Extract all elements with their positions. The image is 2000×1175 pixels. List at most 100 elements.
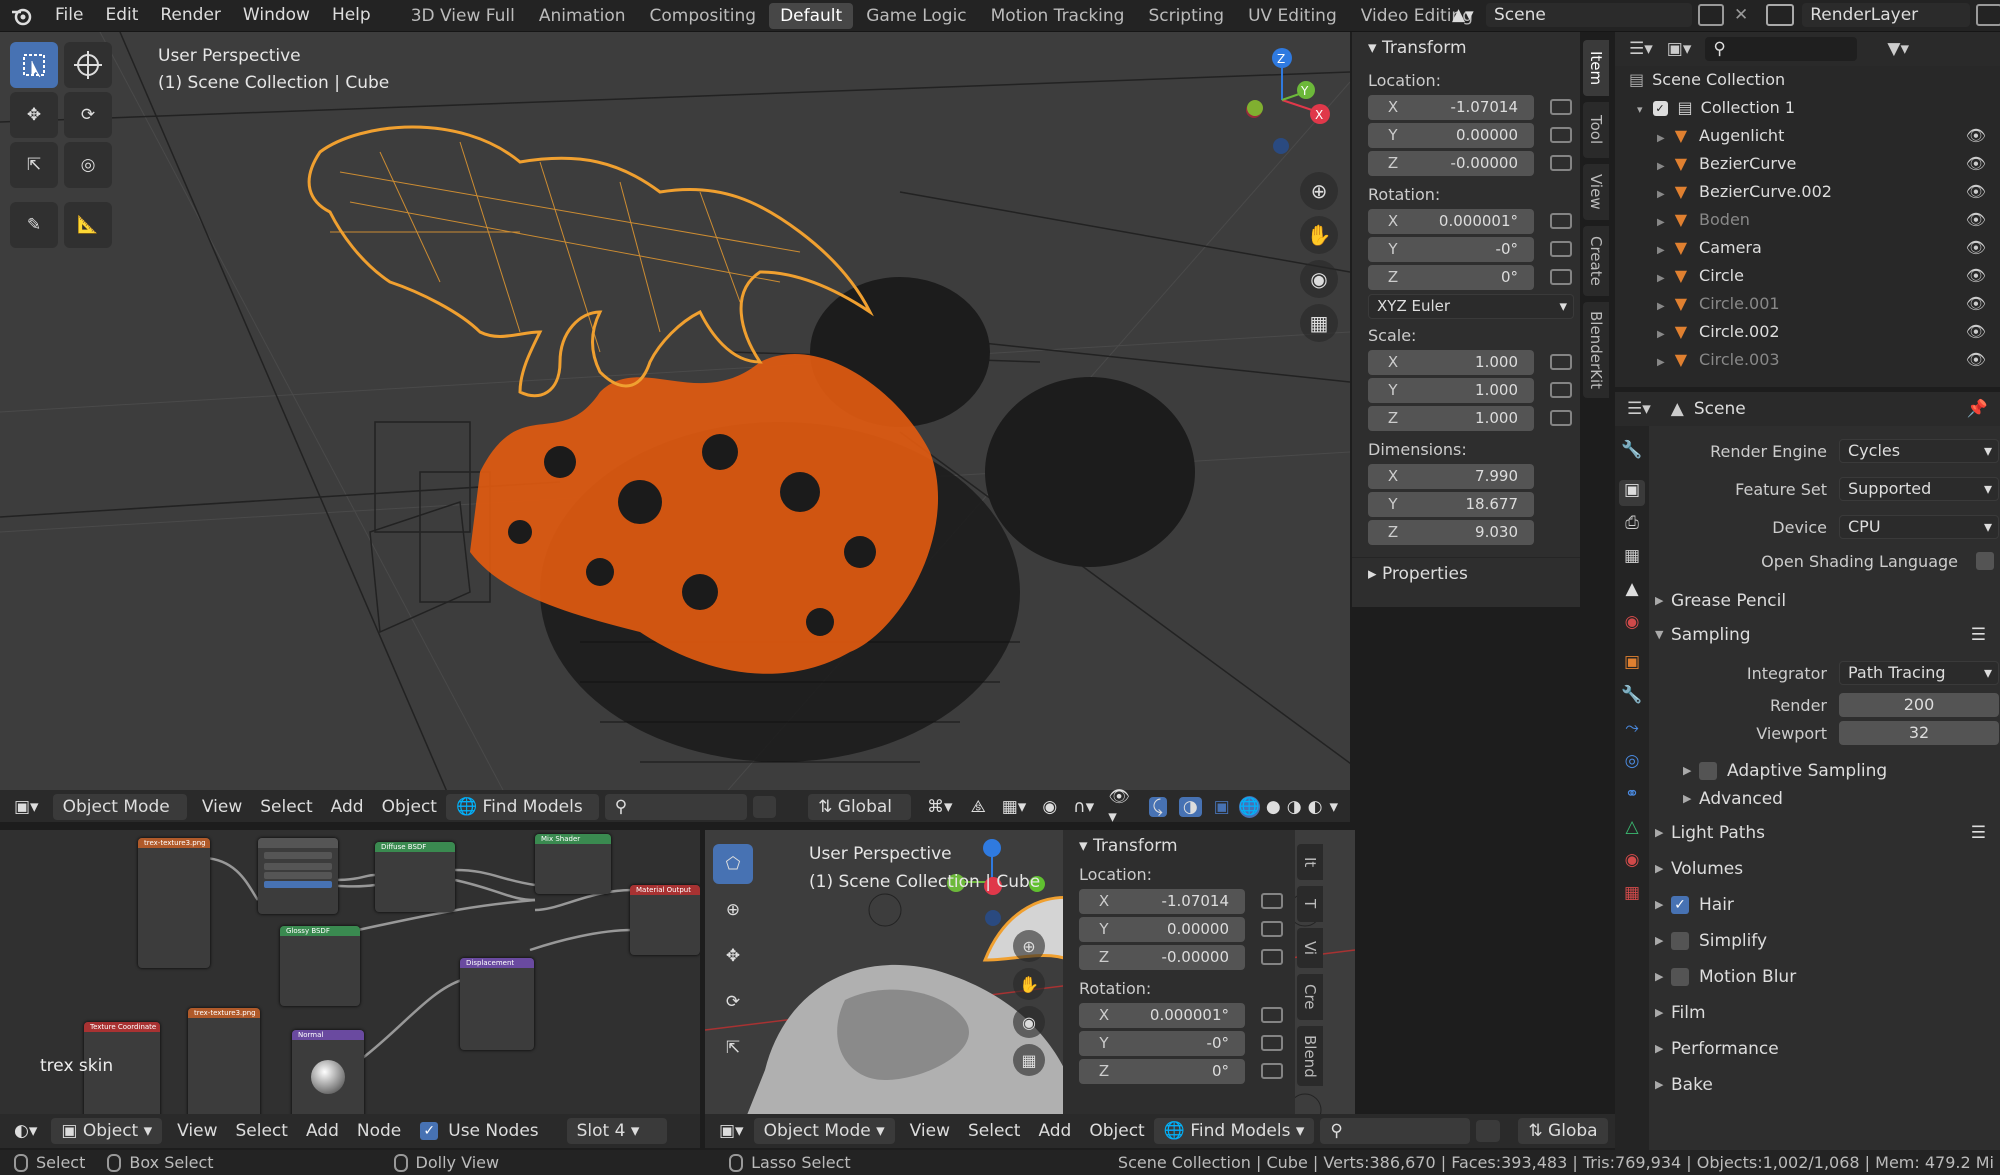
outliner-item[interactable]: ▶ ▼ Boden 👁 (1615, 206, 2000, 234)
transform-orientation-dropdown[interactable]: ⇅ Global ▾ (808, 794, 912, 820)
pin-icon[interactable]: 📌 (1967, 399, 1988, 419)
menu-window[interactable]: Window (232, 0, 321, 32)
menu-view-2[interactable]: View (901, 1118, 959, 1144)
tool-tab-icon[interactable]: 🔧 (1619, 440, 1645, 466)
tab-scripting[interactable]: Scripting (1137, 3, 1235, 29)
particles-tab-icon[interactable]: ⤳ (1619, 718, 1645, 744)
outliner-item[interactable]: ▶ ▼ Camera 👁 (1615, 234, 2000, 262)
scene-icon[interactable]: ▲▾ (1452, 5, 1486, 25)
shader-node-editor[interactable]: trex-texture3.png Diffuse BSDF Mix Shade… (0, 830, 700, 1120)
shading-options-icon[interactable]: ▾ (1329, 797, 1338, 817)
shading-wireframe-icon[interactable]: 🌐 (1238, 796, 1260, 818)
render-engine-dropdown[interactable]: Cycles ▾ (1839, 439, 1999, 463)
menu-select-2[interactable]: Select (959, 1118, 1029, 1144)
transform-panel-header[interactable]: ▾ Transform (1352, 32, 1580, 64)
rotate-tool-icon[interactable]: ⟳ (713, 982, 753, 1022)
overlays-icon[interactable]: ◑ (1178, 797, 1202, 817)
lock-icon[interactable] (1261, 949, 1283, 965)
tab-view[interactable]: View (1583, 164, 1609, 220)
lock-icon[interactable] (1261, 921, 1283, 937)
scale-z-field[interactable]: Z 1.000 (1368, 405, 1534, 431)
location-z-field[interactable]: Z -0.00000 (1368, 150, 1534, 176)
menu-view[interactable]: View (193, 794, 251, 820)
dimensions-y-field[interactable]: Y 18.677 (1368, 491, 1534, 517)
transform-panel-header-2[interactable]: ▾ Transform (1063, 830, 1295, 862)
camera-view-icon[interactable]: ◉ (1013, 1006, 1045, 1038)
lock-icon[interactable] (1550, 382, 1572, 398)
shading-rendered-icon[interactable]: ◐ (1308, 797, 1323, 817)
search-input-2[interactable]: ⚲ (1320, 1118, 1471, 1144)
zoom-icon[interactable]: ⊕ (1300, 172, 1338, 210)
visibility-eye-icon[interactable]: 👁 (1966, 178, 1986, 206)
shading-solid-icon[interactable]: ● (1266, 797, 1281, 817)
filter-icon[interactable]: ▼▾ (1887, 39, 1909, 59)
new-scene-icon[interactable] (1698, 4, 1724, 26)
location-x-field-2[interactable]: X -1.07014 (1079, 888, 1245, 914)
blender-logo-icon[interactable] (0, 0, 44, 32)
tab-uv-editing[interactable]: UV Editing (1237, 3, 1348, 29)
outliner-item[interactable]: ▶ ▼ BezierCurve.002 👁 (1615, 178, 2000, 206)
transform-orientation-dropdown-2[interactable]: ⇅ Globa (1518, 1118, 1608, 1144)
falloff-icon[interactable]: ∩▾ (1073, 797, 1094, 817)
rotation-y-field-2[interactable]: Y -0° (1079, 1030, 1245, 1056)
orientation-gizmo[interactable] (1246, 48, 1330, 154)
dimensions-x-field[interactable]: X 7.990 (1368, 463, 1534, 489)
node-glossy-bsdf[interactable]: Glossy BSDF (280, 926, 360, 1006)
editor-type-icon[interactable]: ▣▾ (719, 1121, 744, 1141)
output-tab-icon[interactable]: ⎙ (1619, 513, 1645, 539)
motion-blur-checkbox[interactable] (1671, 968, 1689, 986)
section-motion-blur[interactable]: ▶ Motion Blur (1649, 960, 2000, 994)
world-tab-icon[interactable]: ◉ (1619, 612, 1645, 638)
render-tab-icon[interactable]: ▣ (1619, 480, 1645, 506)
tab-tool-2[interactable]: T (1297, 886, 1323, 922)
presets-list-icon[interactable]: ☰ (1971, 618, 1986, 652)
lock-icon[interactable] (1550, 99, 1572, 115)
visibility-eye-icon[interactable]: 👁 (1966, 206, 1986, 234)
render-samples-field[interactable]: 200 (1839, 693, 1999, 717)
lock-icon[interactable] (1550, 213, 1572, 229)
proportional-edit-icon[interactable]: ◉ (1042, 797, 1057, 817)
node-diffuse-bsdf[interactable]: Diffuse BSDF (375, 842, 455, 912)
tab-animation[interactable]: Animation (528, 3, 637, 29)
hair-checkbox[interactable]: ✓ (1671, 896, 1689, 914)
node-hue-saturation[interactable] (258, 838, 338, 914)
scene-collection-row[interactable]: ▤ Scene Collection (1615, 66, 2000, 94)
pivot-icon[interactable]: ⌘▾ (927, 797, 953, 817)
tab-blenderkit-2[interactable]: Blend (1297, 1026, 1323, 1086)
node-mix-shader[interactable]: Mix Shader (535, 834, 611, 894)
move-tool-icon[interactable]: ✥ (713, 936, 753, 976)
visibility-eye-icon[interactable]: 👁 (1966, 262, 1986, 290)
texture-tab-icon[interactable]: ▦ (1619, 883, 1645, 909)
annotate-tool-icon[interactable]: ✎ (10, 202, 58, 248)
tab-compositing[interactable]: Compositing (639, 3, 768, 29)
transform-tool-icon[interactable]: ◎ (64, 142, 112, 188)
object-mode-dropdown[interactable]: Object Mode ▾ (52, 794, 187, 820)
view-layer-tab-icon[interactable]: ▦ (1619, 546, 1645, 572)
node-menu-view[interactable]: View (168, 1118, 226, 1144)
object-tab-icon[interactable]: ▣ (1619, 652, 1645, 678)
tab-3d-view-full[interactable]: 3D View Full (400, 3, 526, 29)
rotation-z-field-2[interactable]: Z 0° (1079, 1058, 1245, 1084)
search-input[interactable]: ⚲ (604, 794, 748, 820)
section-hair[interactable]: ▶ ✓ Hair (1649, 888, 2000, 922)
rotation-x-field[interactable]: X 0.000001° (1368, 208, 1534, 234)
node-normal[interactable]: Normal (292, 1030, 364, 1120)
modifier-tab-icon[interactable]: 🔧 (1619, 685, 1645, 711)
simplify-checkbox[interactable] (1671, 932, 1689, 950)
rotation-x-field-2[interactable]: X 0.000001° (1079, 1002, 1245, 1028)
tab-game-logic[interactable]: Game Logic (855, 3, 977, 29)
integrator-dropdown[interactable]: Path Tracing ▾ (1839, 661, 1999, 685)
camera-view-icon[interactable]: ◉ (1300, 260, 1338, 298)
view-layer-icon[interactable] (1766, 4, 1795, 26)
section-bake[interactable]: ▶ Bake (1649, 1068, 2000, 1102)
collection-row[interactable]: ▾ ✓ ▤ Collection 1 (1615, 94, 2000, 122)
menu-select[interactable]: Select (251, 794, 321, 820)
move-tool-icon[interactable]: ✥ (10, 92, 58, 138)
node-image-texture[interactable]: trex-texture3.png (138, 838, 210, 968)
outliner-item[interactable]: ▶ ▼ BezierCurve 👁 (1615, 150, 2000, 178)
collection-checkbox[interactable]: ✓ (1652, 101, 1668, 116)
measure-tool-icon[interactable]: 📐 (64, 202, 112, 248)
node-displacement[interactable]: Displacement (460, 958, 534, 1050)
visibility-eye-icon[interactable]: 👁 (1966, 122, 1986, 150)
find-models-dropdown-2[interactable]: 🌐 Find Models ▾ (1153, 1118, 1315, 1144)
